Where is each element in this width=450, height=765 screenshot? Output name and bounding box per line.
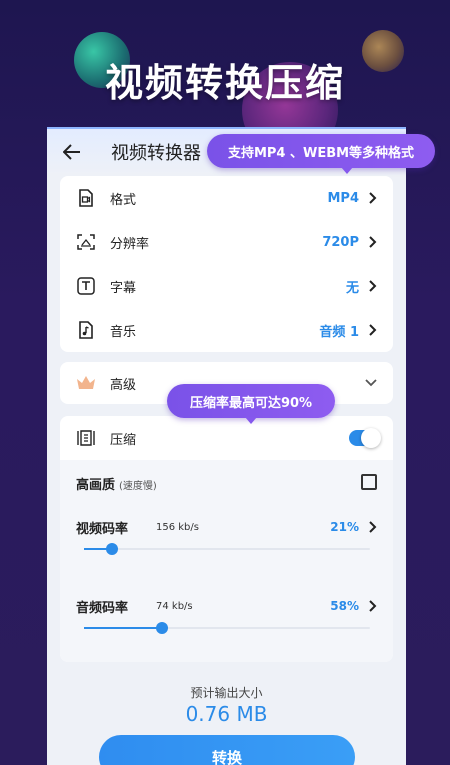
compress-card: 压缩 高画质 (速度慢) 视频码率 156 kb/s 21% 音频码率 74 kb… <box>60 416 393 662</box>
setting-label: 字幕 <box>110 280 137 296</box>
chevron-right-icon <box>369 520 379 534</box>
setting-value: 音频 1 <box>319 324 359 340</box>
video-rate-percent: 21% <box>330 520 359 534</box>
resolution-icon <box>76 232 96 252</box>
video-rate-value: 156 kb/s <box>156 521 199 533</box>
hero-title: 视频转换压缩 <box>104 61 345 105</box>
video-rate-slider[interactable] <box>84 543 370 555</box>
compress-label: 压缩 <box>110 432 137 448</box>
audio-rate-slider[interactable] <box>84 622 370 634</box>
crown-icon <box>76 373 96 393</box>
high-quality-checkbox[interactable] <box>361 474 377 490</box>
setting-row-music[interactable]: 音乐 音频 1 <box>60 308 393 352</box>
high-quality-note: (速度慢) <box>119 481 157 492</box>
app-title: 视频转换器 <box>111 143 201 164</box>
audio-rate-percent: 58% <box>330 599 359 613</box>
audio-rate-label: 音频码率 <box>76 600 129 616</box>
setting-row-format[interactable]: 格式 MP4 <box>60 176 393 220</box>
chevron-right-icon <box>369 279 379 293</box>
format-settings-card: 格式 MP4 分辨率 720P 字幕 无 音乐 音频 1 <box>60 176 393 352</box>
high-quality-label: 高画质 (速度慢) <box>76 474 157 493</box>
setting-row-resolution[interactable]: 分辨率 720P <box>60 220 393 264</box>
chevron-down-icon <box>365 376 379 390</box>
audio-rate-value: 74 kb/s <box>156 600 193 612</box>
video-rate-label: 视频码率 <box>76 521 129 537</box>
setting-label: 格式 <box>110 192 137 208</box>
subtitle-icon <box>76 276 96 296</box>
convert-button[interactable]: 转换 <box>99 735 355 765</box>
compression-tooltip: 压缩率最高可达90% <box>167 384 335 424</box>
video-file-icon <box>76 188 96 208</box>
app-screen: 视频转换器 格式 MP4 分辨率 720P 字幕 无 音乐 音频 1 高级 压缩… <box>47 127 406 765</box>
setting-label: 分辨率 <box>110 236 150 252</box>
high-quality-text: 高画质 <box>76 478 116 493</box>
chevron-right-icon <box>369 323 379 337</box>
compress-icon <box>76 428 96 448</box>
format-tooltip: 支持MP4 、WEBM等多种格式 <box>207 134 435 174</box>
compress-toggle[interactable] <box>349 428 381 448</box>
slider-handle[interactable] <box>106 543 118 555</box>
setting-label: 音乐 <box>110 324 137 340</box>
slider-fill <box>84 627 162 629</box>
setting-value: MP4 <box>327 190 359 206</box>
slider-handle[interactable] <box>156 622 168 634</box>
music-icon <box>76 320 96 340</box>
output-size-label: 预计输出大小 <box>190 686 263 700</box>
output-size-value: 0.76 MB <box>185 702 268 726</box>
chevron-right-icon <box>369 191 379 205</box>
back-arrow-icon[interactable] <box>63 141 85 163</box>
setting-value: 720P <box>322 234 359 250</box>
setting-value: 无 <box>345 280 359 296</box>
chevron-right-icon <box>369 235 379 249</box>
audio-rate-row[interactable]: 音频码率 74 kb/s 58% <box>76 596 379 616</box>
compress-options: 高画质 (速度慢) 视频码率 156 kb/s 21% 音频码率 74 kb/s … <box>60 460 393 662</box>
video-rate-row[interactable]: 视频码率 156 kb/s 21% <box>76 517 379 537</box>
chevron-right-icon <box>369 599 379 613</box>
setting-row-subtitle[interactable]: 字幕 无 <box>60 264 393 308</box>
compress-row: 压缩 <box>60 416 393 460</box>
